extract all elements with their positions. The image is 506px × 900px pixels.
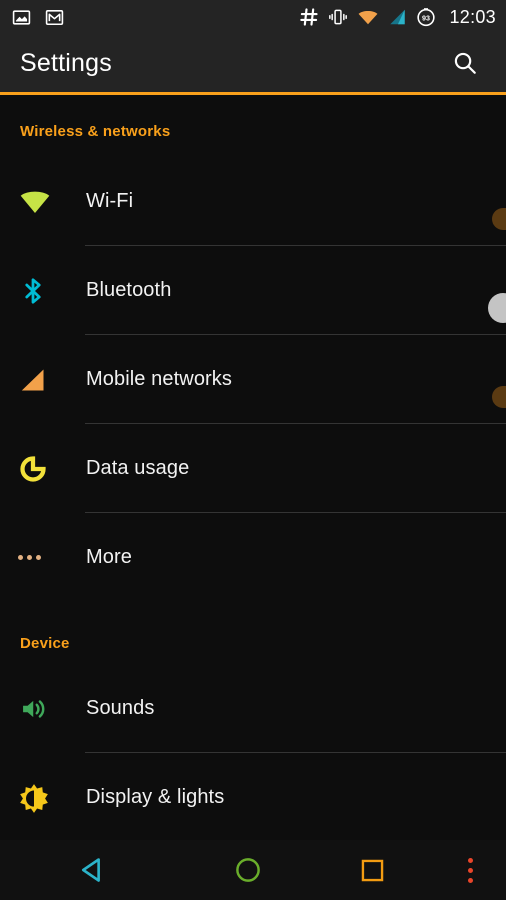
- navigation-bar: [0, 840, 506, 900]
- settings-row-bluetooth[interactable]: Bluetooth: [0, 246, 506, 335]
- wifi-icon: [357, 8, 379, 26]
- hash-icon: [299, 7, 319, 27]
- search-icon[interactable]: [442, 40, 488, 86]
- section-header-device: Device: [20, 635, 70, 652]
- settings-row-label: Bluetooth: [86, 279, 172, 301]
- cellular-signal-icon: [388, 8, 407, 26]
- volume-speaker-icon: [18, 695, 68, 723]
- vibrate-icon: [328, 7, 348, 27]
- overflow-menu-icon[interactable]: [435, 840, 506, 900]
- signal-bars-icon: [18, 366, 68, 394]
- settings-row-data-usage[interactable]: Data usage: [0, 424, 506, 513]
- settings-row-sounds[interactable]: Sounds: [0, 664, 506, 753]
- settings-row-label: Wi-Fi: [86, 190, 134, 212]
- settings-row-label: Data usage: [86, 457, 190, 479]
- screenshot-image-icon: [12, 8, 31, 27]
- home-circle-icon[interactable]: [185, 840, 310, 900]
- data-usage-pie-icon: [18, 454, 68, 484]
- settings-row-wifi[interactable]: Wi-Fi: [0, 157, 506, 246]
- settings-row-mobile-networks[interactable]: Mobile networks: [0, 335, 506, 424]
- recents-square-icon[interactable]: [310, 840, 435, 900]
- bluetooth-icon: [18, 275, 68, 307]
- settings-row-label: Display & lights: [86, 786, 225, 808]
- brightness-icon: [18, 782, 68, 814]
- status-bar-clock: 12:03: [449, 6, 496, 27]
- back-triangle-icon[interactable]: [0, 840, 185, 900]
- battery-level-text: 93: [422, 14, 430, 22]
- status-bar: 93 12:03: [0, 0, 506, 34]
- settings-row-display-and-lights[interactable]: Display & lights: [0, 753, 506, 842]
- battery-icon: 93: [416, 7, 436, 27]
- section-header-wireless: Wireless & networks: [20, 123, 171, 140]
- page-title: Settings: [20, 48, 112, 77]
- settings-list: Wireless & networks Wi-Fi Bluetooth Mobi…: [0, 95, 506, 842]
- more-dots-icon: [18, 555, 68, 560]
- app-toolbar: Settings: [0, 34, 506, 95]
- gmail-icon: [45, 8, 64, 27]
- phone-screen: 93 12:03 Settings Wireless & networks Wi…: [0, 0, 506, 900]
- settings-row-label: Sounds: [86, 697, 155, 719]
- status-bar-notifications: [12, 8, 64, 27]
- toolbar-actions: [442, 40, 488, 86]
- settings-row-label: Mobile networks: [86, 368, 233, 390]
- status-bar-system-icons: 93 12:03: [299, 7, 496, 28]
- settings-row-label: More: [86, 546, 132, 568]
- wifi-icon: [18, 189, 68, 215]
- settings-row-more[interactable]: More: [0, 513, 506, 602]
